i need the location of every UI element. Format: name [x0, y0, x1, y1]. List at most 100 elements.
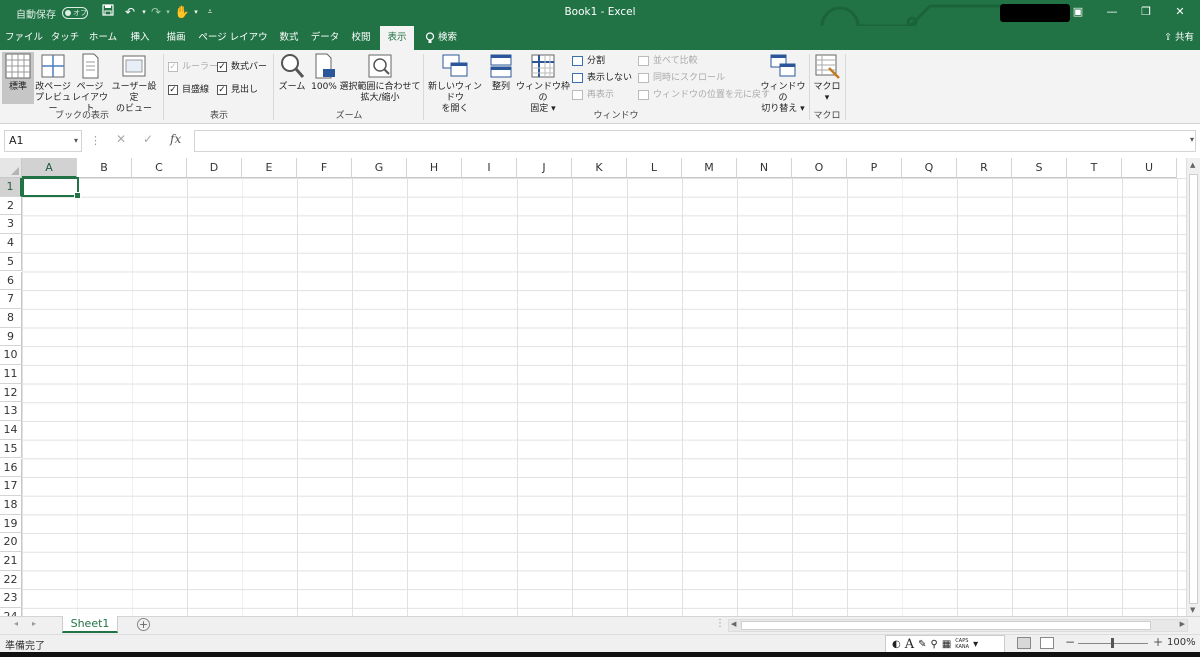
tab-home[interactable]: ホーム — [86, 26, 120, 50]
row-header[interactable]: 19 — [0, 514, 22, 534]
headings-checkbox[interactable]: ✓ 見出し — [217, 83, 258, 97]
row-header[interactable]: 23 — [0, 589, 22, 609]
column-header[interactable]: D — [187, 158, 242, 178]
tab-draw[interactable]: 描画 — [160, 26, 192, 50]
reset-window-position-button[interactable]: ウィンドウの位置を元に戻す — [638, 88, 770, 102]
row-header[interactable]: 22 — [0, 570, 22, 590]
prev-sheet-icon[interactable]: ◂ — [14, 619, 18, 628]
tab-split-handle[interactable]: ⋮ — [715, 618, 725, 629]
zoom-in-icon[interactable]: + — [1153, 635, 1163, 649]
active-cell-a1[interactable] — [22, 177, 81, 199]
zoom-level[interactable]: 100% — [1167, 637, 1196, 648]
horizontal-scroll-thumb[interactable] — [741, 621, 1151, 630]
row-header[interactable]: 3 — [0, 215, 22, 235]
switch-windows-button[interactable]: ウィンドウの 切り替え ▾ — [760, 52, 806, 115]
tab-file[interactable]: ファイル — [4, 26, 44, 50]
column-header[interactable]: B — [77, 158, 132, 178]
zoom-button[interactable]: ズーム — [278, 52, 306, 93]
row-header[interactable]: 10 — [0, 346, 22, 365]
row-header[interactable]: 1 — [0, 178, 22, 197]
column-header[interactable]: C — [132, 158, 187, 178]
zoom-slider-thumb[interactable] — [1111, 638, 1114, 648]
name-box[interactable]: A1 ▾ — [4, 130, 82, 152]
cancel-entry-icon[interactable]: ✕ — [116, 132, 126, 146]
row-header[interactable]: 7 — [0, 290, 22, 309]
select-all-button[interactable] — [0, 158, 22, 178]
gridlines-checkbox[interactable]: ✓ 目盛線 — [168, 83, 209, 97]
restore-icon[interactable]: ❐ — [1136, 4, 1156, 20]
column-header[interactable]: U — [1122, 158, 1177, 178]
hide-window-button[interactable]: 表示しない — [572, 71, 632, 85]
column-header[interactable]: K — [572, 158, 627, 178]
ruler-checkbox[interactable]: ✓ ルーラー — [168, 60, 218, 74]
row-header[interactable]: 8 — [0, 308, 22, 328]
row-header[interactable]: 12 — [0, 383, 22, 403]
column-header[interactable]: P — [847, 158, 902, 178]
row-header[interactable]: 6 — [0, 271, 22, 291]
column-header[interactable]: M — [682, 158, 737, 178]
row-header[interactable]: 17 — [0, 477, 22, 496]
row-header[interactable]: 15 — [0, 439, 22, 459]
tab-data[interactable]: データ — [308, 26, 342, 50]
tell-me-search[interactable]: 検索 — [425, 26, 457, 50]
freeze-panes-button[interactable]: ウィンドウ枠の 固定 ▾ — [515, 52, 571, 115]
expand-formula-bar-icon[interactable]: ▾ — [1190, 135, 1194, 144]
column-header[interactable]: G — [352, 158, 407, 178]
row-header[interactable]: 18 — [0, 495, 22, 515]
page-layout-view-button[interactable]: ページ レイアウト — [72, 52, 108, 115]
zoom-out-icon[interactable]: − — [1065, 635, 1075, 649]
formula-bar-checkbox[interactable]: ✓ 数式バー — [217, 60, 267, 74]
column-header[interactable]: F — [297, 158, 352, 178]
normal-view-button[interactable]: 標準 — [2, 52, 34, 104]
synchronous-scrolling-button[interactable]: 同時にスクロール — [638, 71, 725, 85]
scroll-down-icon[interactable]: ▼ — [1190, 606, 1195, 614]
ime-mode-icon[interactable]: ◐ — [892, 639, 901, 650]
new-sheet-icon[interactable]: + — [137, 618, 150, 631]
arrange-all-button[interactable]: 整列 — [487, 52, 515, 93]
column-header[interactable]: N — [737, 158, 792, 178]
column-header[interactable]: L — [627, 158, 682, 178]
ime-keyboard-icon[interactable]: ▦ — [942, 639, 951, 650]
vertical-scroll-thumb[interactable] — [1189, 174, 1198, 604]
close-icon[interactable]: ✕ — [1170, 4, 1190, 20]
scroll-up-icon[interactable]: ▲ — [1190, 161, 1195, 169]
vertical-scrollbar[interactable]: ▲ ▼ — [1186, 158, 1200, 616]
tab-page-layout[interactable]: ページ レイアウト — [196, 26, 270, 67]
row-header[interactable]: 11 — [0, 365, 22, 384]
ribbon-display-options-icon[interactable]: ▣ — [1068, 4, 1088, 20]
column-header[interactable]: E — [242, 158, 297, 178]
scroll-left-icon[interactable]: ◀ — [731, 620, 736, 628]
ime-dictionary-icon[interactable]: ⚲ — [931, 639, 938, 650]
column-header[interactable]: A — [22, 158, 77, 178]
column-header[interactable]: Q — [902, 158, 957, 178]
row-header[interactable]: 2 — [0, 196, 22, 216]
column-header[interactable]: H — [407, 158, 462, 178]
column-header[interactable]: O — [792, 158, 847, 178]
row-header[interactable]: 13 — [0, 402, 22, 422]
row-header[interactable]: 14 — [0, 421, 22, 440]
sheet-tab-sheet1[interactable]: Sheet1 — [62, 616, 118, 633]
view-side-by-side-button[interactable]: 並べて比較 — [638, 54, 698, 68]
column-header[interactable]: T — [1067, 158, 1122, 178]
page-break-preview-button[interactable]: 改ページ プレビュー — [35, 52, 71, 115]
scroll-right-icon[interactable]: ▶ — [1180, 620, 1185, 628]
split-button[interactable]: 分割 — [572, 54, 605, 68]
minimize-icon[interactable]: — — [1102, 4, 1122, 20]
ime-toolbar[interactable]: ◐ A ✎ ⚲ ▦ CAPS KANA ▾ — [885, 635, 1005, 653]
column-header[interactable]: S — [1012, 158, 1067, 178]
row-header[interactable]: 4 — [0, 234, 22, 253]
column-header[interactable]: I — [462, 158, 517, 178]
tab-review[interactable]: 校閲 — [346, 26, 376, 50]
normal-view-status-icon[interactable] — [1017, 637, 1031, 649]
enter-entry-icon[interactable]: ✓ — [143, 132, 153, 146]
insert-function-icon[interactable]: fx — [170, 132, 181, 146]
name-box-dropdown-icon[interactable]: ▾ — [74, 131, 78, 151]
row-header[interactable]: 16 — [0, 458, 22, 478]
row-header[interactable]: 21 — [0, 552, 22, 571]
formula-bar-resize-handle[interactable]: ⋮ — [90, 134, 101, 147]
ime-options-icon[interactable]: ▾ — [973, 639, 978, 650]
row-header[interactable]: 5 — [0, 252, 22, 272]
row-header[interactable]: 24 — [0, 608, 22, 616]
formula-input[interactable] — [194, 130, 1196, 152]
column-header[interactable]: J — [517, 158, 572, 178]
